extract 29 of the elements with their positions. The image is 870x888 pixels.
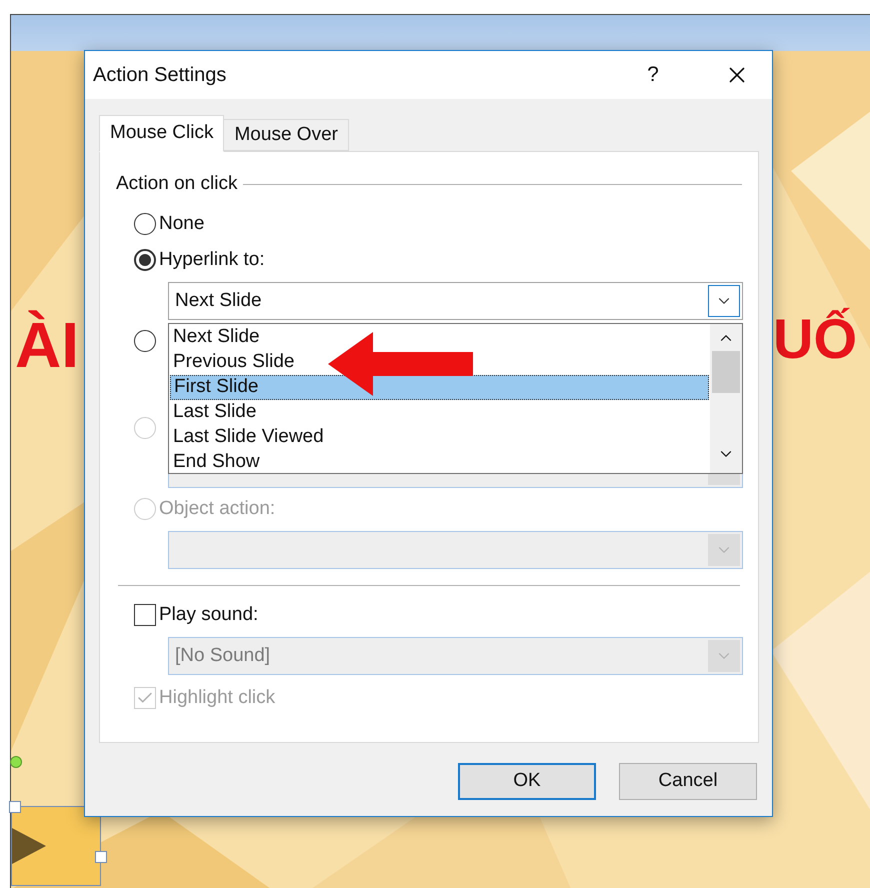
option-label[interactable]: Hyperlink to:	[159, 246, 265, 274]
dropdown-field[interactable]: Next Slide	[168, 282, 743, 320]
resize-handle[interactable]	[9, 801, 21, 813]
list-item[interactable]: First Slide	[170, 375, 709, 400]
group-label: Action on click	[116, 172, 238, 196]
scrollbar-thumb[interactable]	[712, 351, 740, 393]
tab[interactable]: Mouse Click	[99, 115, 224, 152]
dialog-button[interactable]: OK	[458, 763, 596, 800]
list-item[interactable]: Next Slide	[170, 325, 709, 350]
window-title: Action Settings	[93, 63, 228, 88]
list-item[interactable]: Previous Slide	[170, 350, 709, 375]
list-item[interactable]: Last Slide Viewed	[170, 425, 709, 450]
slide-shape[interactable]	[11, 806, 101, 886]
tab[interactable]: Mouse Over	[224, 119, 349, 151]
radio-button[interactable]	[134, 249, 156, 271]
chevron-down-icon	[708, 640, 740, 672]
dropdown-field[interactable]	[168, 531, 743, 569]
radio-button[interactable]	[134, 330, 156, 352]
dialog-button[interactable]: Cancel	[619, 763, 757, 800]
resize-handle[interactable]	[95, 851, 107, 863]
triangle-icon	[12, 828, 46, 864]
dropdown-value: Next Slide	[175, 288, 262, 313]
dropdown-value: [No Sound]	[175, 644, 270, 668]
help-button[interactable]: ?	[638, 59, 668, 91]
list-item[interactable]: Last Slide	[170, 400, 709, 425]
option-label[interactable]: None	[159, 210, 204, 238]
radio-button[interactable]	[134, 213, 156, 235]
list-item[interactable]: End Show	[170, 450, 709, 475]
scrollbar[interactable]	[710, 324, 742, 473]
